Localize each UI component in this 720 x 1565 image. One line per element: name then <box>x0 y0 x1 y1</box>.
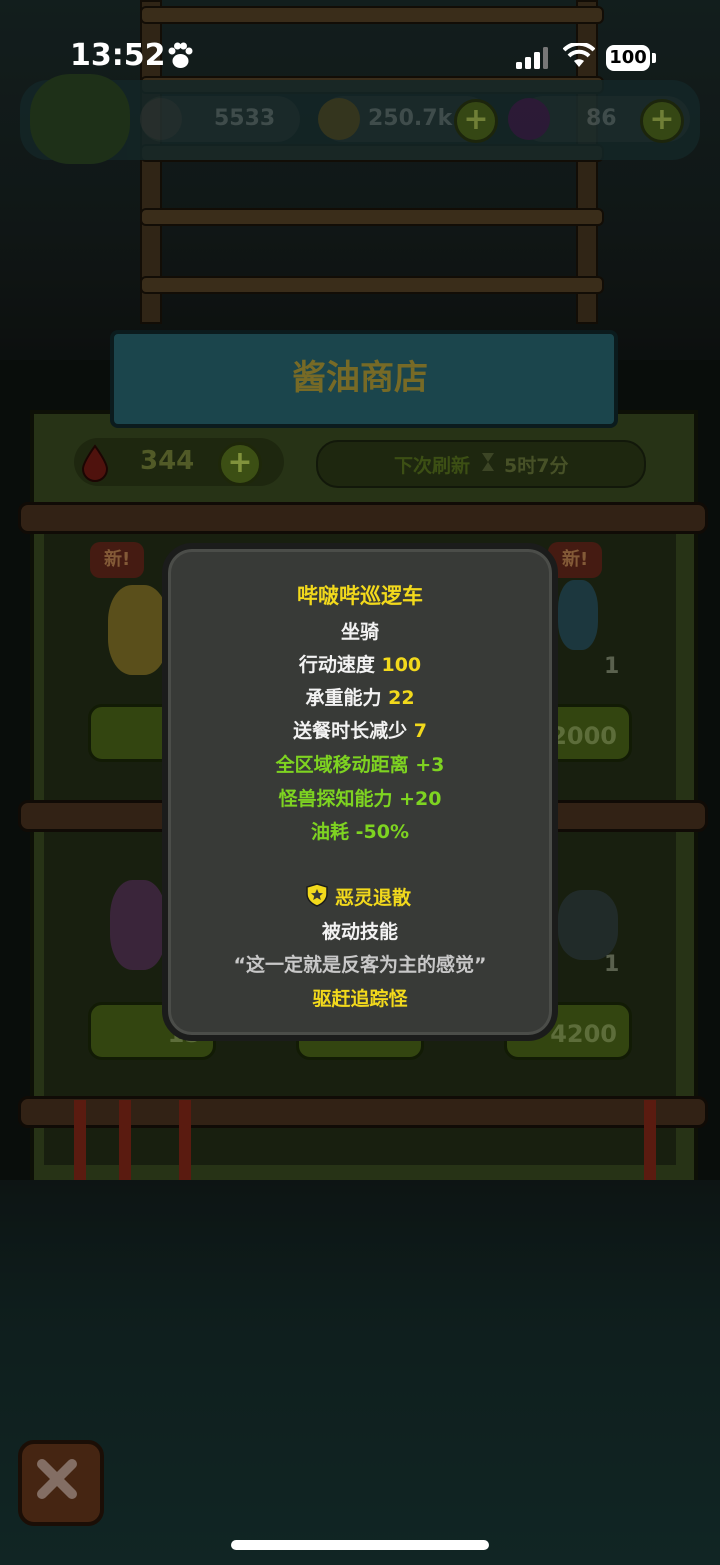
signal-icon <box>516 47 548 69</box>
bonus-line: 油耗 -50% <box>311 821 409 843</box>
bonus-line: 全区域移动距离 +3 <box>275 754 445 776</box>
skill-quote: “这一定就是反客为主的感觉” <box>233 954 487 976</box>
skill-name: 恶灵退散 <box>334 887 411 909</box>
home-indicator[interactable] <box>231 1540 489 1550</box>
stat-row: 行动速度 100 <box>298 654 422 676</box>
wifi-icon <box>563 43 595 67</box>
skill-effect: 驱赶追踪怪 <box>312 988 408 1010</box>
stat-row: 承重能力 22 <box>305 687 415 709</box>
stat-row: 送餐时长减少 7 <box>293 720 427 742</box>
tooltip-item-name: 哔啵哔巡逻车 <box>297 584 423 608</box>
skill-type: 被动技能 <box>321 921 398 943</box>
battery-indicator: 100 <box>606 45 650 71</box>
status-time: 13:52 <box>70 38 166 73</box>
tooltip-item-category: 坐骑 <box>340 621 379 643</box>
paw-icon <box>168 42 193 68</box>
battery-tip <box>652 53 656 63</box>
bonus-line: 怪兽探知能力 +20 <box>278 788 442 810</box>
